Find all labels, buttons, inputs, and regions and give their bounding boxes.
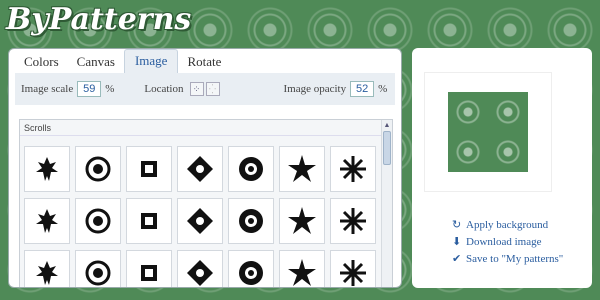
rosette-icon [239,157,263,181]
diamond-knot-icon [187,156,213,182]
flower-ring-icon [187,208,213,234]
refresh-icon: ↻ [452,218,462,231]
tri-flower-icon [187,260,213,286]
ornament-tile-tri-flower[interactable] [177,250,223,287]
checkmark-icon: ✔ [452,252,462,265]
ornament-tile-cog-flower[interactable] [330,198,376,244]
wreath-icon [288,207,316,234]
cross-star-icon [85,208,111,234]
location-center-icon[interactable]: ⁛ [205,82,220,96]
save-pattern-label: Save to "My patterns" [466,252,564,265]
gallery-scrollbar[interactable]: ▲ [381,120,392,287]
ornament-tile-flame[interactable] [228,198,274,244]
preview-panel: ↻ Apply background ⬇ Download image ✔ Sa… [412,48,592,288]
cog-flower-icon [340,208,366,234]
tab-canvas[interactable]: Canvas [68,51,124,73]
apply-background-link[interactable]: ↻ Apply background [452,216,563,233]
image-scale-input[interactable]: 59 [77,81,102,97]
ornament-tile-pagoda[interactable] [330,250,376,287]
ornament-tile-flower-ring[interactable] [177,198,223,244]
arch-icon [239,261,263,285]
save-pattern-link[interactable]: ✔ Save to "My patterns" [452,250,563,267]
tab-image[interactable]: Image [123,49,179,73]
ornament-grid [24,146,376,287]
flame-icon [239,209,263,233]
download-image-label: Download image [466,235,542,248]
scroll-up-icon[interactable]: ▲ [382,120,392,130]
ornament-tile-star[interactable] [279,146,325,192]
download-image-link[interactable]: ⬇ Download image [452,233,563,250]
image-toolbar: Image scale 59 % Location ⁘ ⁛ Image opac… [15,73,395,105]
image-opacity-unit: % [378,83,388,95]
image-scale-unit: % [105,83,115,95]
ornament-tile-rosette[interactable] [228,146,274,192]
ornament-tile-snowflake[interactable] [330,146,376,192]
ornament-tile-wing[interactable] [75,250,121,287]
swirl-icon [141,265,157,281]
image-opacity-input[interactable]: 52 [350,81,375,97]
editor-panel: Colors Canvas Image Rotate Image scale 5… [8,48,402,288]
scroll-thumb[interactable] [383,131,391,165]
star-icon [288,155,316,182]
square-knot-icon [141,161,157,177]
circle-knot-icon [141,213,157,229]
tab-colors[interactable]: Colors [15,51,68,73]
tab-rotate[interactable]: Rotate [178,51,230,73]
image-scale-label: Image scale [21,83,74,95]
pattern-preview [448,92,528,172]
ornament-tile-lily[interactable] [24,146,70,192]
quad-flower-icon [288,259,316,286]
ornament-tile-fleur[interactable] [24,250,70,287]
spiral-icon [36,209,58,233]
pagoda-icon [340,260,366,286]
ornament-tile-diamond-knot[interactable] [177,146,223,192]
ornament-tile-swirl[interactable] [126,250,172,287]
ornament-tile-spiral[interactable] [24,198,70,244]
ornament-tile-arch[interactable] [228,250,274,287]
action-list: ↻ Apply background ⬇ Download image ✔ Sa… [452,216,563,267]
ornament-gallery: Scrolls ▲ [19,119,393,287]
ornament-tile-cross-star[interactable] [75,198,121,244]
wing-icon [85,260,111,286]
location-tile-icon[interactable]: ⁘ [189,82,204,96]
ornament-tile-wreath[interactable] [279,198,325,244]
ornament-tile-quad-flower[interactable] [279,250,325,287]
fleur-icon [36,261,58,285]
app-logo[interactable]: ByPatterns [6,2,191,37]
gallery-category-title: Scrolls [20,120,392,136]
tab-bar: Colors Canvas Image Rotate [9,49,401,73]
download-arrow-icon: ⬇ [452,235,462,248]
lily-icon [36,157,58,181]
snowflake-icon [340,156,366,182]
ornament-tile-medallion[interactable] [75,146,121,192]
apply-background-label: Apply background [466,218,549,231]
medallion-icon [85,156,111,182]
image-opacity-label: Image opacity [283,83,347,95]
location-label: Location [144,83,184,95]
ornament-tile-circle-knot[interactable] [126,198,172,244]
ornament-tile-square-knot[interactable] [126,146,172,192]
